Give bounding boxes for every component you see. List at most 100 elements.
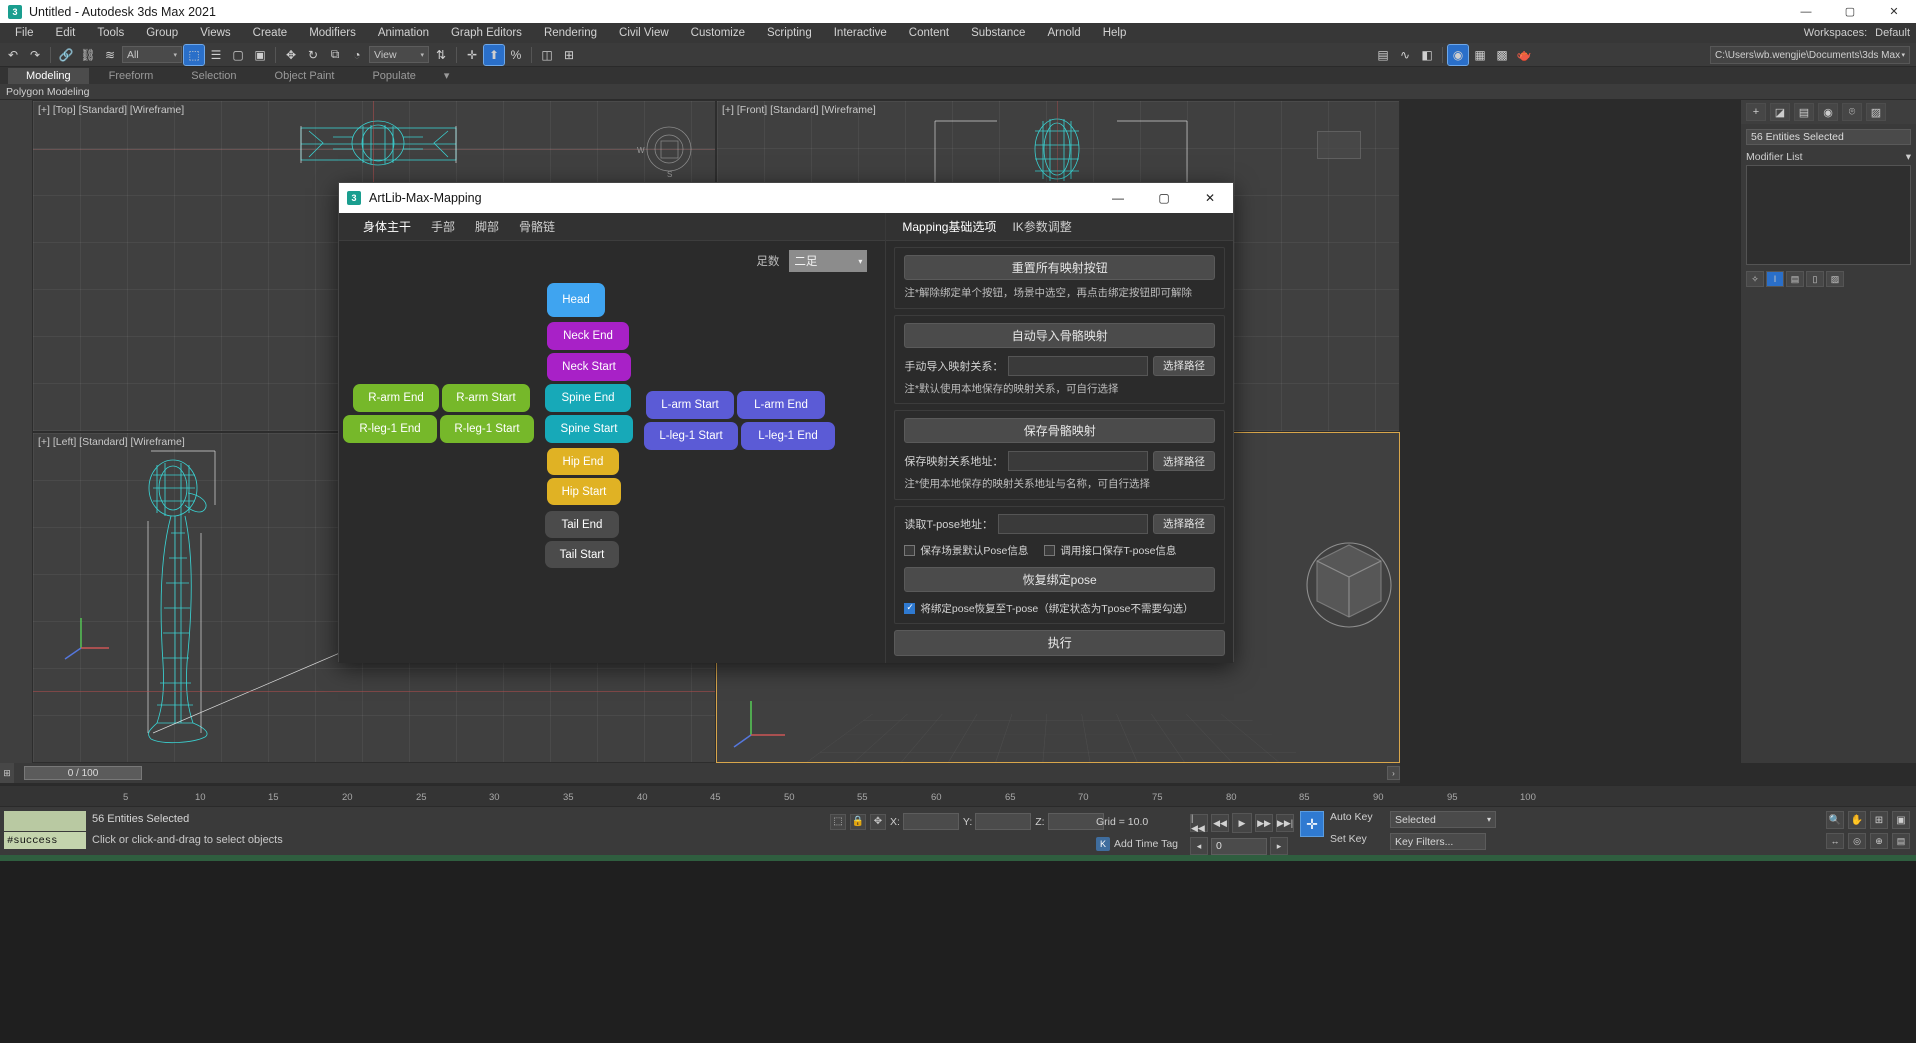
command-tab-modify[interactable]: ◪: [1770, 103, 1790, 121]
menu-item-group[interactable]: Group: [135, 25, 189, 41]
select-by-name-icon[interactable]: ☰: [206, 45, 226, 65]
key-selection-set-combo[interactable]: Selected ▾: [1390, 811, 1496, 828]
tab-mapping-basic-options[interactable]: Mapping基础选项: [894, 214, 1004, 239]
modifier-stack-list[interactable]: [1746, 165, 1911, 265]
bone-button-l-arm-end[interactable]: L-arm End: [737, 391, 825, 419]
tab-foot[interactable]: 脚部: [465, 214, 509, 239]
menu-item-views[interactable]: Views: [189, 25, 241, 41]
render-setup-icon[interactable]: ▦: [1470, 45, 1490, 65]
bone-button-hip-start[interactable]: Hip Start: [547, 478, 621, 505]
maxscript-listener-output[interactable]: #success: [4, 832, 86, 849]
menu-item-modifiers[interactable]: Modifiers: [298, 25, 367, 41]
selection-filter-combo[interactable]: All ▾: [122, 46, 182, 63]
command-tab-hierarchy[interactable]: ▤: [1794, 103, 1814, 121]
pan-icon[interactable]: ✋: [1848, 811, 1866, 829]
viewport-front-label[interactable]: [+] [Front] [Standard] [Wireframe]: [722, 104, 876, 116]
save-path-browse-button[interactable]: 选择路径: [1153, 451, 1215, 472]
bone-button-tail-start[interactable]: Tail Start: [545, 541, 619, 568]
bone-button-r-arm-start[interactable]: R-arm Start: [442, 384, 530, 412]
viewport-left-label[interactable]: [+] [Left] [Standard] [Wireframe]: [38, 436, 185, 448]
menu-item-edit[interactable]: Edit: [45, 25, 87, 41]
tpose-path-browse-button[interactable]: 选择路径: [1153, 513, 1215, 534]
workspaces-value[interactable]: Default: [1875, 27, 1910, 39]
percent-snap-icon[interactable]: %: [506, 45, 526, 65]
zoom-icon[interactable]: 🔍: [1826, 811, 1844, 829]
checkbox-save-scene-pose[interactable]: 保存场景默认Pose信息: [904, 543, 1028, 558]
bone-button-r-arm-end[interactable]: R-arm End: [353, 384, 439, 412]
restore-bind-pose-button[interactable]: 恢复绑定pose: [904, 566, 1215, 592]
dialog-minimize-button[interactable]: —: [1095, 183, 1141, 213]
foot-count-select[interactable]: 二足 ▾: [789, 250, 868, 272]
menu-item-rendering[interactable]: Rendering: [533, 25, 608, 41]
time-slider-track[interactable]: 0 / 100: [16, 766, 1385, 780]
execute-button[interactable]: 执行: [894, 629, 1225, 656]
command-tab-utilities[interactable]: ▨: [1866, 103, 1886, 121]
align-icon[interactable]: ⊞: [559, 45, 579, 65]
time-slider-next-icon[interactable]: ›: [1387, 766, 1400, 780]
window-close-button[interactable]: ✕: [1872, 0, 1916, 23]
x-input[interactable]: [902, 813, 959, 830]
menu-item-substance[interactable]: Substance: [960, 25, 1036, 41]
play-animation-icon[interactable]: ▶: [1232, 813, 1252, 833]
schematic-view-icon[interactable]: ◧: [1417, 45, 1437, 65]
undo-icon[interactable]: ↶: [3, 45, 23, 65]
snaps-toggle-icon[interactable]: ✛: [462, 45, 482, 65]
checkbox-api-tpose-box[interactable]: [1044, 544, 1056, 556]
window-crossing-icon[interactable]: ▣: [250, 45, 270, 65]
time-slider[interactable]: ⊞ 0 / 100 ›: [0, 763, 1400, 783]
checkbox-restore-to-tpose-box[interactable]: [904, 602, 916, 614]
select-link-icon[interactable]: 🔗: [56, 45, 76, 65]
bone-button-hip-end[interactable]: Hip End: [547, 448, 619, 475]
tab-body-trunk[interactable]: 身体主干: [353, 214, 421, 239]
ribbon-tab-object-paint[interactable]: Object Paint: [257, 68, 353, 84]
auto-import-mapping-button[interactable]: 自动导入骨骼映射: [904, 322, 1215, 348]
ribbon-overflow-icon[interactable]: ▾: [436, 67, 458, 84]
bone-button-r-leg-1-end[interactable]: R-leg-1 End: [343, 415, 437, 443]
reset-all-mapping-button[interactable]: 重置所有映射按钮: [904, 255, 1215, 280]
tpose-path-input[interactable]: [998, 513, 1148, 534]
configure-sets-icon[interactable]: ▨: [1826, 271, 1844, 287]
checkbox-save-scene-pose-box[interactable]: [904, 544, 916, 556]
window-minimize-button[interactable]: —: [1784, 0, 1828, 23]
absolute-relative-icon[interactable]: ✥: [870, 813, 886, 830]
bone-button-neck-start[interactable]: Neck Start: [547, 353, 631, 381]
menu-item-tools[interactable]: Tools: [86, 25, 135, 41]
dialog-close-button[interactable]: ✕: [1187, 183, 1233, 213]
menu-item-file[interactable]: File: [4, 25, 45, 41]
checkbox-restore-to-tpose[interactable]: 将绑定pose恢复至T-pose（绑定状态为Tpose不需要勾选）: [904, 601, 1193, 616]
next-frame-icon[interactable]: ▶▶: [1255, 814, 1273, 832]
render-production-icon[interactable]: 🫖: [1514, 45, 1534, 65]
set-keys-button[interactable]: ✛: [1300, 811, 1324, 837]
menu-item-graph-editors[interactable]: Graph Editors: [440, 25, 533, 41]
show-end-result-icon[interactable]: I: [1766, 271, 1784, 287]
bone-button-r-leg-1-start[interactable]: R-leg-1 Start: [440, 415, 534, 443]
checkbox-api-tpose[interactable]: 调用接口保存T-pose信息: [1044, 543, 1176, 558]
menu-item-help[interactable]: Help: [1092, 25, 1138, 41]
pin-stack-icon[interactable]: ✧: [1746, 271, 1764, 287]
ribbon-tab-modeling[interactable]: Modeling: [8, 67, 89, 84]
time-slider-key-icon[interactable]: ⊞: [0, 763, 14, 783]
bone-button-neck-end[interactable]: Neck End: [547, 322, 629, 350]
make-unique-icon[interactable]: ▤: [1786, 271, 1804, 287]
menu-item-customize[interactable]: Customize: [680, 25, 756, 41]
save-path-input[interactable]: [1008, 451, 1148, 472]
unlink-icon[interactable]: ⛓: [78, 45, 98, 65]
bone-button-spine-end[interactable]: Spine End: [545, 384, 631, 412]
redo-icon[interactable]: ↷: [25, 45, 45, 65]
selection-lock-icon[interactable]: ⬚: [830, 813, 846, 830]
tab-bone-chain[interactable]: 骨骼链: [509, 214, 565, 239]
command-tab-create[interactable]: +: [1746, 103, 1766, 121]
bone-button-head[interactable]: Head: [547, 283, 605, 317]
y-input[interactable]: [975, 813, 1032, 830]
frame-spinner-right-icon[interactable]: ▸: [1270, 837, 1288, 855]
tab-hand[interactable]: 手部: [421, 214, 465, 239]
project-path-box[interactable]: C:\Users\wb.wengjie\Documents\3ds Max 20…: [1710, 46, 1910, 64]
maxscript-listener-top[interactable]: [4, 811, 86, 831]
manual-import-input[interactable]: [1008, 355, 1148, 376]
set-key-toggle[interactable]: Set Key: [1330, 833, 1367, 845]
track-bar-ruler[interactable]: 5 10 15 20 25 30 35 40 45 50 55 60 65 70…: [0, 785, 1916, 807]
manual-import-browse-button[interactable]: 选择路径: [1153, 355, 1215, 376]
placement-tool-icon[interactable]: ◔: [347, 45, 367, 65]
use-pivot-center-icon[interactable]: ⇅: [431, 45, 451, 65]
auto-key-toggle[interactable]: Auto Key: [1330, 811, 1373, 823]
